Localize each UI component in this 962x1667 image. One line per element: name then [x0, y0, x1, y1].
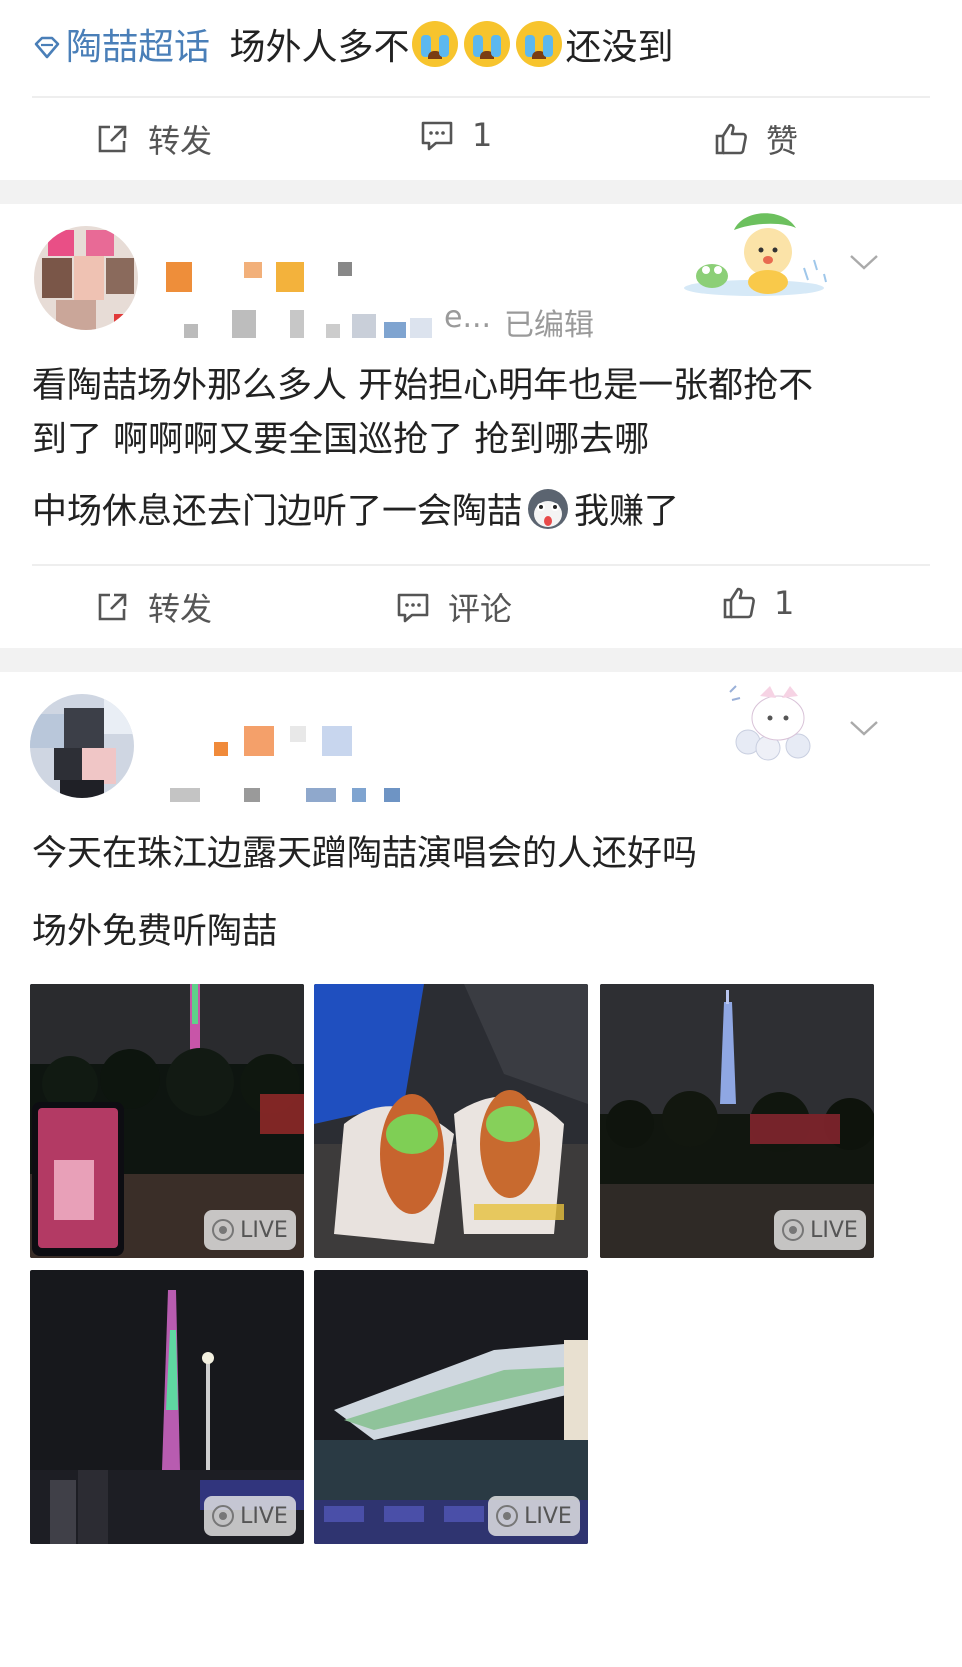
live-photo-badge: LIVE — [774, 1210, 866, 1250]
live-icon — [496, 1505, 519, 1527]
photo-thumbnail[interactable]: LIVE — [30, 984, 304, 1258]
crying-emoji-icon — [412, 21, 459, 67]
topic-link[interactable]: 陶喆超话 — [32, 27, 221, 68]
post3-line-2: 场外免费听陶喆 — [32, 912, 278, 952]
photo-thumbnail[interactable]: LIVE — [30, 1270, 304, 1544]
repost-icon — [98, 125, 127, 153]
live-icon — [782, 1219, 805, 1241]
live-label: LIVE — [240, 1503, 288, 1529]
comment-icon — [421, 121, 453, 151]
post3-line-1: 今天在珠江边露天蹭陶喆演唱会的人还好吗 — [32, 834, 698, 874]
like-icon — [715, 123, 747, 155]
photo-thumbnail[interactable] — [314, 984, 588, 1258]
post2-line-3-after: 我赚了 — [574, 492, 680, 532]
photo-thumbnail[interactable]: LIVE — [314, 1270, 588, 1544]
post1-text-before: 场外人多不 — [229, 27, 410, 68]
live-label: LIVE — [240, 1217, 288, 1243]
live-photo-badge: LIVE — [204, 1496, 296, 1536]
live-label: LIVE — [810, 1217, 858, 1243]
divider — [32, 96, 930, 98]
post2-line-3: 中场休息还去门边听了一会陶喆 我赚了 — [32, 484, 679, 540]
edited-label: 已编辑 — [504, 308, 594, 343]
live-icon — [212, 1505, 235, 1527]
avatar[interactable] — [30, 694, 134, 798]
post-separator — [0, 180, 962, 204]
like-count: 1 — [774, 584, 795, 622]
repost-icon — [98, 593, 127, 621]
post-separator — [0, 648, 962, 672]
topic-name[interactable]: 陶喆超话 — [66, 27, 210, 68]
like-label: 赞 — [766, 122, 799, 160]
avatar[interactable] — [34, 226, 138, 330]
live-icon — [212, 1219, 235, 1241]
like-icon — [723, 587, 755, 619]
live-photo-badge: LIVE — [488, 1496, 580, 1536]
chevron-down-icon[interactable] — [848, 252, 880, 272]
decorative-sticker-icon — [684, 213, 827, 296]
super-topic-icon — [34, 36, 60, 59]
decorative-sticker-icon — [729, 685, 811, 761]
divider — [32, 564, 930, 566]
husky-emoji-icon — [528, 489, 569, 529]
post2-line-1: 看陶喆场外那么多人 开始担心明年也是一张都抢不 — [32, 366, 814, 406]
post2-line-2: 到了 啊啊啊又要全国巡抢了 抢到哪去哪 — [32, 420, 650, 460]
live-photo-badge: LIVE — [204, 1210, 296, 1250]
crying-emoji-icon — [516, 21, 563, 67]
like-button[interactable]: 赞 — [712, 116, 798, 162]
repost-label: 转发 — [148, 590, 213, 628]
comment-label: 评论 — [448, 590, 513, 628]
photo-thumbnail[interactable]: LIVE — [600, 984, 874, 1258]
post1-text: 陶喆超话 场外人多不 还没到 — [32, 18, 674, 78]
comment-button[interactable]: 1 — [418, 116, 492, 154]
like-button[interactable]: 1 — [720, 584, 794, 622]
live-label: LIVE — [524, 1503, 572, 1529]
comment-count: 1 — [472, 116, 493, 154]
post1-text-after: 还没到 — [565, 27, 674, 68]
post2-line-3-text: 中场休息还去门边听了一会陶喆 — [32, 492, 523, 532]
username-suffix: e... — [444, 300, 492, 335]
comment-button[interactable]: 评论 — [394, 584, 512, 630]
crying-emoji-icon — [464, 21, 511, 67]
comment-icon — [397, 593, 429, 623]
burgers-photo — [314, 984, 588, 1258]
chevron-down-icon[interactable] — [848, 718, 880, 738]
repost-label: 转发 — [148, 122, 213, 160]
repost-button[interactable]: 转发 — [94, 116, 212, 162]
repost-button[interactable]: 转发 — [94, 584, 212, 630]
